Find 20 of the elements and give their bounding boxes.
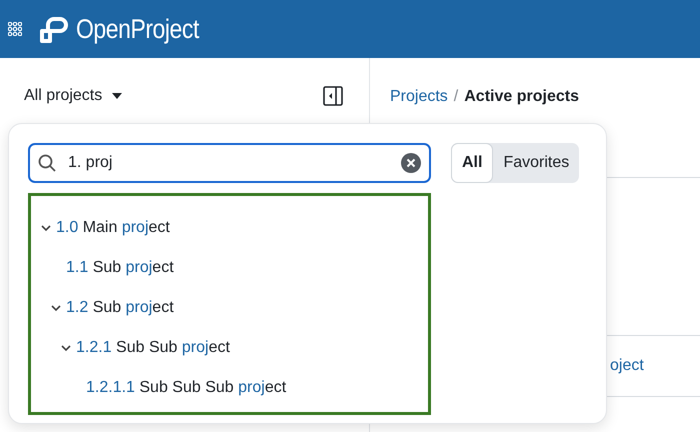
logo-text[interactable]: OpenProject	[76, 14, 199, 44]
breadcrumb-link[interactable]: Projects	[390, 88, 448, 106]
clear-icon[interactable]	[401, 153, 421, 173]
apps-grid-icon[interactable]	[8, 22, 22, 36]
project-selector[interactable]: All projects	[24, 87, 122, 105]
breadcrumb-separator: /	[454, 88, 458, 106]
project-tree-item[interactable]: 1.2 Sub project	[66, 299, 174, 317]
page-title: Active projects	[464, 88, 579, 106]
search-box[interactable]: 1. proj	[28, 143, 431, 183]
sidebar-toggle-icon[interactable]	[323, 86, 343, 106]
caret-icon[interactable]	[112, 93, 122, 99]
project-tree-item[interactable]: 1.2.1.1 Sub Sub Sub project	[86, 379, 286, 397]
filter-tab[interactable]: Favorites	[493, 143, 580, 183]
project-tree-item[interactable]: 1.0 Main project	[56, 219, 170, 237]
filter-tab[interactable]: All	[451, 143, 494, 183]
search-input[interactable]: 1. proj	[66, 153, 391, 173]
search-icon	[38, 154, 56, 172]
project-tree-item[interactable]: 1.2.1 Sub Sub project	[76, 339, 230, 357]
project-tree-item[interactable]: 1.1 Sub project	[66, 259, 174, 277]
project-link[interactable]: oject	[610, 357, 644, 375]
